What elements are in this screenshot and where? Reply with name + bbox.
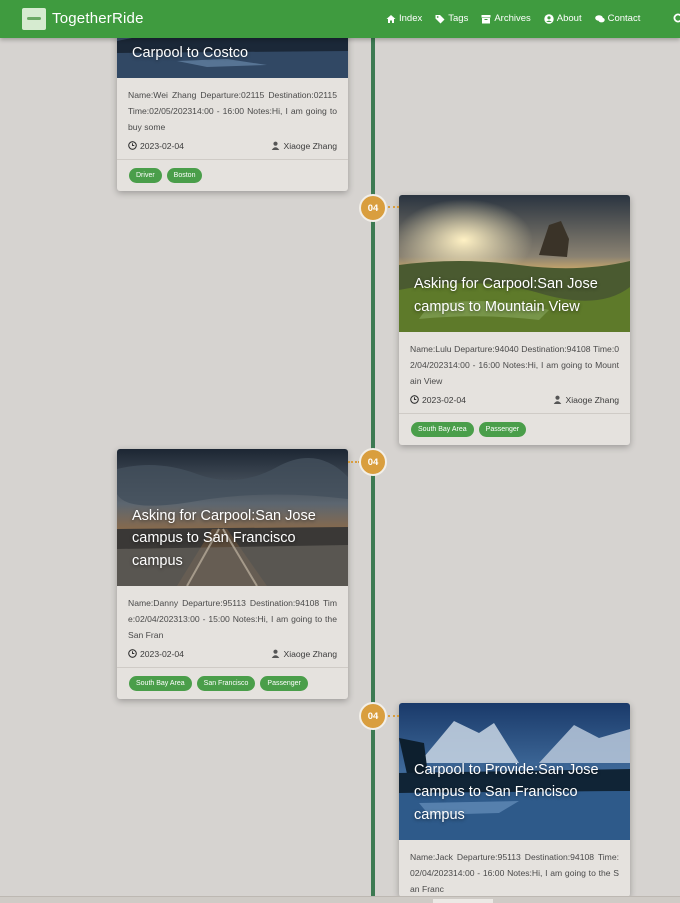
nav-archives-label: Archives <box>494 13 531 24</box>
nav-tags-label: Tags <box>448 13 469 24</box>
post-excerpt: Name:Wei Zhang Departure:02115 Destinati… <box>128 90 337 132</box>
user-icon <box>272 649 280 658</box>
horizontal-scrollbar[interactable] <box>0 896 680 903</box>
tag-badge[interactable]: Passenger <box>260 676 308 691</box>
post-date-text: 2023-02-04 <box>140 140 184 151</box>
nav-contact[interactable]: Contact <box>594 13 641 24</box>
post-card[interactable]: Carpool to Provide:San Jose campus to Sa… <box>399 703 630 897</box>
timeline-date-node: 04 <box>359 194 387 222</box>
nav-tags[interactable]: Tags <box>435 13 468 24</box>
scrollbar-thumb[interactable] <box>433 899 493 903</box>
search-icon <box>673 13 680 23</box>
nav-index-label: Index <box>399 13 423 24</box>
tag-badge[interactable]: Driver <box>129 168 162 183</box>
brand-name[interactable]: TogetherRide <box>52 10 144 27</box>
post-date: 2023-02-04 <box>410 395 466 405</box>
post-tags: South Bay Area Passenger <box>399 413 630 445</box>
timeline-connector <box>388 206 399 208</box>
post-excerpt: Name:Jack Departure:95113 Destination:94… <box>410 852 619 894</box>
home-icon <box>386 14 396 23</box>
post-title[interactable]: Asking for Carpool:San Jose campus to Mo… <box>414 273 616 318</box>
archive-icon <box>481 14 491 23</box>
clock-icon <box>128 141 137 150</box>
nav-contact-label: Contact <box>607 13 641 24</box>
post-date-text: 2023-02-04 <box>140 648 184 659</box>
user-icon <box>554 395 562 404</box>
nav-menu: Index Tags Archives About Contact <box>386 13 653 24</box>
post-card[interactable]: Asking for Carpool:San Jose campus to Mo… <box>399 195 630 445</box>
navbar: TogetherRide Index Tags Archives About C… <box>0 0 680 38</box>
nav-index[interactable]: Index <box>386 13 422 24</box>
tag-badge[interactable]: South Bay Area <box>411 422 474 437</box>
nav-about[interactable]: About <box>544 13 582 24</box>
tag-badge[interactable]: Passenger <box>478 422 527 437</box>
post-cover-image[interactable]: Asking for Carpool:San Jose campus to Sa… <box>117 449 348 586</box>
post-card[interactable]: Asking for Carpool:San Jose campus to Sa… <box>117 449 348 699</box>
comments-icon <box>594 14 605 22</box>
post-author: Xiaoge Zhang <box>553 395 619 405</box>
tag-badge[interactable]: South Bay Area <box>129 676 192 691</box>
user-icon <box>272 141 280 150</box>
timeline-date-node: 04 <box>359 702 387 730</box>
nav-about-label: About <box>556 13 582 24</box>
timeline-connector <box>388 715 399 717</box>
post-author: Xiaoge Zhang <box>271 649 337 659</box>
post-title[interactable]: Carpool to Provide:San Jose campus to Sa… <box>414 759 616 827</box>
post-author: Xiaoge Zhang <box>271 141 337 151</box>
tags-icon <box>435 14 445 23</box>
tag-badge[interactable]: Boston <box>166 168 203 183</box>
nav-archives[interactable]: Archives <box>481 13 531 24</box>
timeline-date-node: 04 <box>359 448 387 476</box>
post-title[interactable]: Asking for Carpool:San Jose campus to Sa… <box>132 505 334 573</box>
post-author-text: Xiaoge Zhang <box>283 648 337 659</box>
post-author-text: Xiaoge Zhang <box>283 140 337 151</box>
post-cover-image[interactable]: Asking for Carpool:San Jose campus to Mo… <box>399 195 630 332</box>
post-date: 2023-02-04 <box>128 141 184 151</box>
post-excerpt: Name:Lulu Departure:94040 Destination:94… <box>410 344 619 386</box>
post-excerpt: Name:Danny Departure:95113 Destination:9… <box>128 598 337 640</box>
post-cover-image[interactable]: Carpool to Provide:San Jose campus to Sa… <box>399 703 630 840</box>
post-title[interactable]: Carpool to Costco <box>132 42 334 65</box>
post-tags: Driver Boston <box>117 159 348 191</box>
user-circle-icon <box>544 13 554 24</box>
post-tags: South Bay Area San Francisco Passenger <box>117 667 348 699</box>
post-author-text: Xiaoge Zhang <box>565 394 619 405</box>
search-button[interactable] <box>673 12 680 30</box>
post-date-text: 2023-02-04 <box>422 394 466 405</box>
clock-icon <box>128 649 137 658</box>
brand-logo[interactable] <box>22 8 46 30</box>
tag-badge[interactable]: San Francisco <box>196 676 256 691</box>
post-date: 2023-02-04 <box>128 649 184 659</box>
clock-icon <box>410 395 419 404</box>
